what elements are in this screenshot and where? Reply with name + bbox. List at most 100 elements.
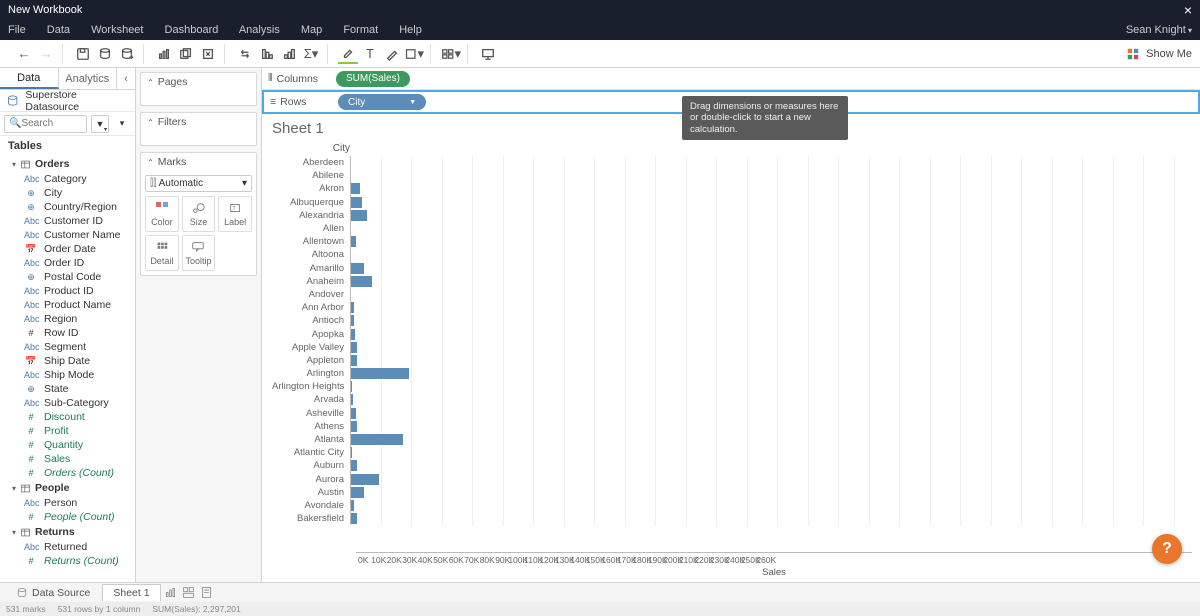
cards-icon[interactable]: ▾ [441,44,461,64]
bar[interactable] [351,447,352,458]
swap-icon[interactable] [235,44,255,64]
bar[interactable] [351,263,364,274]
new-dashboard-icon[interactable] [181,585,197,601]
bar[interactable] [351,474,379,485]
tab-data[interactable]: Data [0,68,59,89]
pages-shelf[interactable]: ⌃Pages [140,72,257,106]
labels-icon[interactable]: T [360,44,380,64]
totals-icon[interactable]: Σ▾ [301,44,321,64]
marks-color[interactable]: Color [145,196,179,232]
field-ship-mode[interactable]: AbcShip Mode [0,368,135,382]
fit-icon[interactable]: ▾ [404,44,424,64]
marks-tooltip[interactable]: Tooltip [182,235,216,271]
field-city[interactable]: ⊕City [0,186,135,200]
field-product-id[interactable]: AbcProduct ID [0,284,135,298]
tab-sheet-1[interactable]: Sheet 1 [102,584,160,601]
menu-dashboard[interactable]: Dashboard [165,24,219,36]
filters-shelf[interactable]: ⌃Filters [140,112,257,146]
columns-shelf[interactable]: ⦀ Columns SUM(Sales) [262,68,1200,90]
bar[interactable] [351,302,354,313]
table-returns[interactable]: ▾Returns [0,524,135,540]
search-input[interactable] [21,118,82,129]
bar[interactable] [351,355,357,366]
field-segment[interactable]: AbcSegment [0,340,135,354]
search-input-wrapper[interactable]: 🔍 [4,115,87,133]
sort-asc-icon[interactable] [257,44,277,64]
bar[interactable] [351,394,353,405]
field-sub-category[interactable]: AbcSub-Category [0,396,135,410]
new-sheet-icon[interactable] [154,44,174,64]
field-order-id[interactable]: AbcOrder ID [0,256,135,270]
field-country-region[interactable]: ⊕Country/Region [0,200,135,214]
save-icon[interactable] [73,44,93,64]
field-profit[interactable]: #Profit [0,424,135,438]
field-postal-code[interactable]: ⊕Postal Code [0,270,135,284]
marks-label[interactable]: TLabel [218,196,252,232]
show-me-button[interactable]: Show Me [1126,47,1192,61]
undo-icon[interactable]: ← [14,44,34,64]
field-row-id[interactable]: #Row ID [0,326,135,340]
field-order-date[interactable]: 📅Order Date [0,242,135,256]
field-discount[interactable]: #Discount [0,410,135,424]
field-category[interactable]: AbcCategory [0,172,135,186]
columns-pill-sales[interactable]: SUM(Sales) [336,71,410,87]
field-quantity[interactable]: #Quantity [0,438,135,452]
menu-format[interactable]: Format [343,24,378,36]
menu-data[interactable]: Data [47,24,70,36]
field-person[interactable]: AbcPerson [0,496,135,510]
refresh-icon[interactable] [117,44,137,64]
marks-size[interactable]: Size [182,196,216,232]
field-returned[interactable]: AbcReturned [0,540,135,554]
new-worksheet-icon[interactable] [163,585,179,601]
bar[interactable] [351,381,352,392]
user-menu[interactable]: Sean Knight [1126,24,1192,36]
help-button[interactable]: ? [1152,534,1182,564]
bar[interactable] [351,408,356,419]
bar[interactable] [351,276,372,287]
tab-analytics[interactable]: Analytics [59,68,118,89]
bar[interactable] [351,434,403,445]
highlight-icon[interactable] [338,44,358,64]
bar[interactable] [351,236,356,247]
bar[interactable] [351,329,355,340]
bar[interactable] [351,487,364,498]
field-people-count-[interactable]: #People (Count) [0,510,135,524]
menu-map[interactable]: Map [301,24,322,36]
table-orders[interactable]: ▾Orders [0,156,135,172]
close-icon[interactable]: × [1184,2,1192,18]
field-region[interactable]: AbcRegion [0,312,135,326]
field-product-name[interactable]: AbcProduct Name [0,298,135,312]
presentation-icon[interactable] [478,44,498,64]
field-ship-date[interactable]: 📅Ship Date [0,354,135,368]
bar[interactable] [351,421,357,432]
datasource-item[interactable]: Superstore Datasource [0,90,135,112]
table-people[interactable]: ▾People [0,480,135,496]
bar[interactable] [351,210,367,221]
field-returns-count-[interactable]: #Returns (Count) [0,554,135,568]
bar[interactable] [351,342,357,353]
mark-type-select[interactable]: ⫿⫿ Automatic ▾ [145,175,252,192]
bar[interactable] [351,315,354,326]
format-icon[interactable] [382,44,402,64]
field-state[interactable]: ⊕State [0,382,135,396]
bar[interactable] [351,368,409,379]
bar[interactable] [351,197,362,208]
bar[interactable] [351,183,360,194]
new-datasource-icon[interactable] [95,44,115,64]
field-orders-count-[interactable]: #Orders (Count) [0,466,135,480]
menu-help[interactable]: Help [399,24,422,36]
field-sales[interactable]: #Sales [0,452,135,466]
collapse-pane-icon[interactable]: ‹ [117,68,135,89]
redo-icon[interactable]: → [36,44,56,64]
fields-menu-icon[interactable]: ▾ [113,115,131,133]
field-customer-id[interactable]: AbcCustomer ID [0,214,135,228]
clear-icon[interactable] [198,44,218,64]
menu-analysis[interactable]: Analysis [239,24,280,36]
rows-pill-city[interactable]: City▼ [338,94,426,110]
filter-fields-icon[interactable]: ▼▾ [91,115,109,133]
new-story-icon[interactable] [199,585,215,601]
bar[interactable] [351,513,357,524]
duplicate-icon[interactable] [176,44,196,64]
field-customer-name[interactable]: AbcCustomer Name [0,228,135,242]
sort-desc-icon[interactable] [279,44,299,64]
